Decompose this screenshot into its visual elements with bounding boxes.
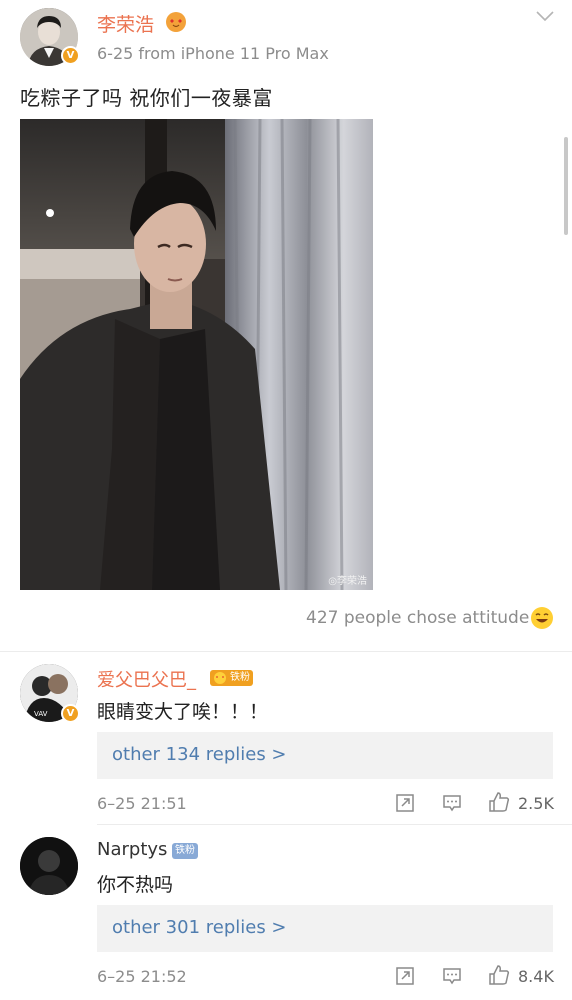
replies-box[interactable]: other 301 replies >: [97, 905, 553, 952]
fan-badge: 铁粉: [172, 843, 198, 859]
commenter-avatar[interactable]: [20, 837, 78, 895]
heart-eyes-badge-icon: [166, 12, 186, 32]
commenter-name[interactable]: 爱父巴父巴_: [97, 666, 196, 692]
comment-text: 眼睛变大了唉！！！: [97, 701, 269, 723]
fan-badge-label: 铁粉: [230, 672, 250, 683]
comment-time: 6–25 21:52: [97, 967, 187, 986]
repost-icon[interactable]: [395, 793, 415, 813]
more-replies-link[interactable]: other 301 replies >: [112, 917, 287, 938]
chevron-down-icon[interactable]: [535, 10, 555, 22]
comment-icon[interactable]: [442, 793, 462, 813]
commenter-name[interactable]: Narptys: [97, 839, 167, 860]
like-count[interactable]: 8.4K: [518, 967, 554, 986]
like-icon[interactable]: [488, 964, 510, 986]
more-replies-link[interactable]: other 134 replies >: [112, 744, 287, 765]
comment-text: 你不热吗: [97, 874, 174, 896]
photo-watermark: ◎李荣浩: [328, 572, 367, 587]
post-meta: 6-25 from iPhone 11 Pro Max: [97, 44, 329, 63]
post-header: V 李荣浩 6-25 from iPhone 11 Pro Max: [0, 0, 572, 70]
comment-divider: [97, 824, 572, 825]
verified-badge-icon: V: [61, 704, 80, 723]
post-text: 吃粽子了吗 祝你们一夜暴富: [20, 86, 273, 110]
watermark-text: 李荣浩: [337, 576, 367, 587]
repost-icon[interactable]: [395, 966, 415, 986]
section-divider: [0, 651, 572, 652]
like-count[interactable]: 2.5K: [518, 794, 554, 813]
fan-badge: 铁粉: [210, 670, 253, 686]
scrollbar[interactable]: [564, 137, 568, 235]
laughing-emoji-icon[interactable]: [531, 607, 553, 629]
heart-eyes-icon: [214, 672, 226, 684]
svg-text:VAV: VAV: [34, 710, 48, 718]
attitude-count[interactable]: 427 people chose attitude: [306, 608, 529, 628]
replies-box[interactable]: other 134 replies >: [97, 732, 553, 779]
weibo-logo-icon: ◎: [328, 576, 337, 587]
like-icon[interactable]: [488, 791, 510, 813]
author-name[interactable]: 李荣浩: [97, 10, 154, 37]
comment-time: 6–25 21:51: [97, 794, 187, 813]
verified-badge-icon: V: [61, 46, 80, 65]
comment-icon[interactable]: [442, 966, 462, 986]
fan-badge-label: 铁粉: [175, 845, 195, 856]
selfie-photo-image: [20, 119, 373, 590]
commenter-photo-icon: [20, 837, 78, 895]
post-photo[interactable]: ◎李荣浩: [20, 119, 373, 590]
